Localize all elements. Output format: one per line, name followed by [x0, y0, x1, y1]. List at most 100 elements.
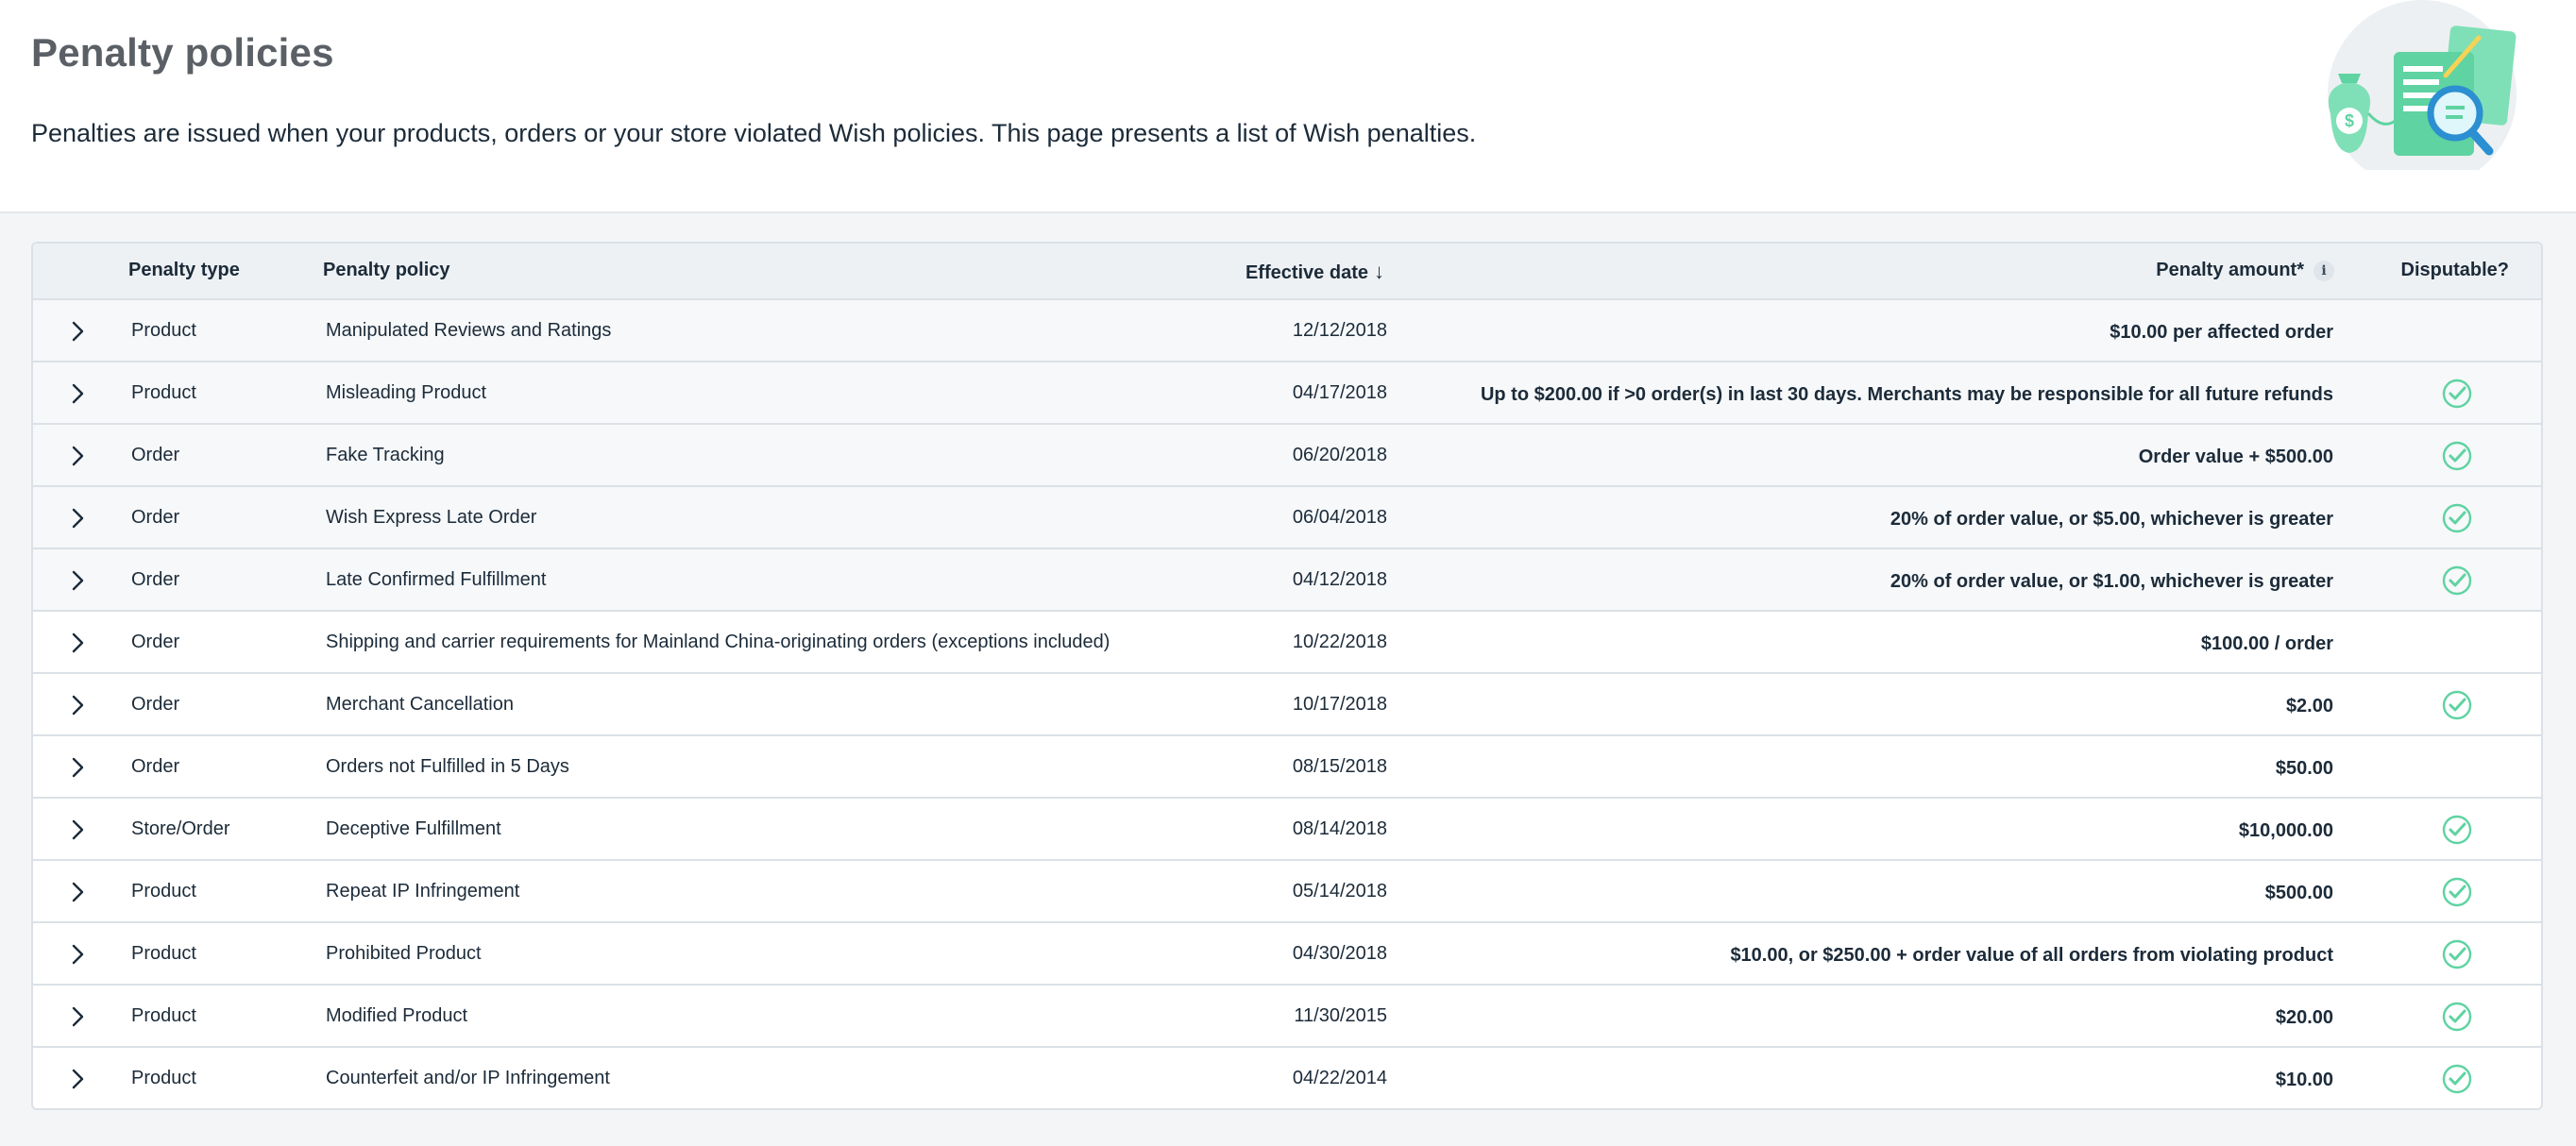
check-circle-icon	[2442, 690, 2472, 720]
effective-date-cell: 11/30/2015	[1294, 1005, 1387, 1026]
penalty-policy-cell: Wish Express Late Order	[326, 507, 537, 528]
chevron-right-icon[interactable]	[66, 632, 89, 654]
table-row[interactable]: Order Orders not Fulfilled in 5 Days 08/15…	[33, 736, 2541, 799]
penalty-policy-cell: Misleading Product	[326, 382, 487, 403]
penalty-amount-cell: 20% of order value, or $1.00, whichever …	[1890, 571, 2333, 592]
penalty-type-cell: Product	[131, 943, 196, 964]
arrow-down-icon: ↓	[1374, 260, 1384, 283]
check-circle-icon	[2442, 441, 2472, 471]
table-row[interactable]: Order Late Confirmed Fulfillment 04/12/201…	[33, 549, 2541, 612]
check-circle-icon	[2442, 503, 2472, 533]
table-row[interactable]: Product Modified Product 11/30/2015 $20.00	[33, 986, 2541, 1048]
check-circle-icon	[2442, 1064, 2472, 1094]
chevron-right-icon[interactable]	[66, 694, 89, 716]
chevron-right-icon[interactable]	[66, 818, 89, 841]
penalty-type-cell: Order	[131, 507, 180, 528]
penalty-policy-cell: Fake Tracking	[326, 445, 445, 465]
penalty-type-cell: Product	[131, 1068, 196, 1088]
table-row[interactable]: Product Counterfeit and/or IP Infringemen…	[33, 1048, 2541, 1108]
effective-date-cell: 05/14/2018	[1292, 881, 1387, 902]
penalty-policy-cell: Late Confirmed Fulfillment	[326, 569, 547, 590]
effective-date-cell: 04/22/2014	[1292, 1068, 1387, 1088]
effective-date-cell: 04/12/2018	[1292, 569, 1387, 590]
penalty-policy-cell: Modified Product	[326, 1005, 468, 1026]
chevron-right-icon[interactable]	[66, 881, 89, 903]
effective-date-cell: 04/30/2018	[1292, 943, 1387, 964]
effective-date-cell: 10/22/2018	[1292, 632, 1387, 652]
penalty-amount-cell: $10.00	[2275, 1070, 2333, 1090]
penalty-type-cell: Order	[131, 445, 180, 465]
effective-date-cell: 08/15/2018	[1292, 756, 1387, 777]
chevron-right-icon[interactable]	[66, 445, 89, 467]
penalty-type-cell: Product	[131, 1005, 196, 1026]
column-header-effective-date[interactable]: Effective date ↓	[1246, 260, 1384, 284]
effective-date-cell: 08/14/2018	[1292, 818, 1387, 839]
check-circle-icon	[2442, 565, 2472, 596]
check-circle-icon	[2442, 939, 2472, 969]
page-header: Penalty policies Penalties are issued wh…	[0, 0, 2576, 213]
penalty-policy-cell: Counterfeit and/or IP Infringement	[326, 1068, 610, 1088]
chevron-right-icon[interactable]	[66, 569, 89, 592]
effective-date-cell: 04/17/2018	[1292, 382, 1387, 403]
penalty-type-cell: Product	[131, 320, 196, 341]
penalty-type-cell: Order	[131, 694, 180, 715]
effective-date-cell: 06/04/2018	[1292, 507, 1387, 528]
table-header: Penalty type Penalty policy Effective da…	[33, 244, 2541, 300]
chevron-right-icon[interactable]	[66, 943, 89, 966]
chevron-right-icon[interactable]	[66, 382, 89, 405]
check-circle-icon	[2442, 815, 2472, 845]
penalty-type-cell: Order	[131, 569, 180, 590]
effective-date-cell: 12/12/2018	[1292, 320, 1387, 341]
table-row[interactable]: Product Misleading Product 04/17/2018 Up to…	[33, 362, 2541, 425]
info-icon[interactable]: i	[2313, 261, 2334, 281]
chevron-right-icon[interactable]	[66, 1068, 89, 1090]
penalty-amount-cell: $2.00	[2285, 696, 2333, 716]
penalty-amount-cell: $20.00	[2275, 1007, 2333, 1028]
table-row[interactable]: Order Merchant Cancellation 10/17/2018 $2.0…	[33, 674, 2541, 736]
penalty-amount-cell: $100.00 / order	[2200, 633, 2333, 654]
penalty-amount-cell: $10.00, or $250.00 + order value of all …	[1730, 945, 2333, 966]
penalty-amount-cell: $10.00 per affected order	[2110, 322, 2333, 343]
penalty-type-cell: Product	[131, 382, 196, 403]
page-title: Penalty policies	[31, 30, 334, 75]
table-row[interactable]: Order Shipping and carrier requirements f…	[33, 612, 2541, 674]
table-row[interactable]: Order Wish Express Late Order 06/04/2018 20…	[33, 487, 2541, 549]
penalty-amount-label: Penalty amount*	[2156, 260, 2304, 280]
penalty-policy-cell: Repeat IP Infringement	[326, 881, 520, 902]
penalty-policy-cell: Manipulated Reviews and Ratings	[326, 320, 612, 341]
table-row[interactable]: Order Fake Tracking 06/20/2018 Order value …	[33, 425, 2541, 487]
penalty-type-cell: Order	[131, 632, 180, 652]
check-circle-icon	[2442, 379, 2472, 409]
penalty-policy-cell: Prohibited Product	[326, 943, 482, 964]
effective-date-label: Effective date	[1245, 262, 1368, 283]
chevron-right-icon[interactable]	[66, 1005, 89, 1028]
chevron-right-icon[interactable]	[66, 756, 89, 779]
effective-date-cell: 06/20/2018	[1292, 445, 1387, 465]
column-header-penalty-policy: Penalty policy	[323, 260, 450, 280]
penalty-amount-cell: Order value + $500.00	[2138, 447, 2333, 467]
penalty-amount-cell: 20% of order value, or $5.00, whichever …	[1890, 509, 2333, 530]
penalty-amount-cell: $50.00	[2275, 758, 2333, 779]
penalty-amount-cell: $500.00	[2264, 883, 2333, 903]
penalty-policy-cell: Deceptive Fulfillment	[326, 818, 501, 839]
column-header-penalty-amount: Penalty amount* i	[2156, 260, 2334, 281]
table-row[interactable]: Product Prohibited Product 04/30/2018 $10.0…	[33, 923, 2541, 986]
table-row[interactable]: Store/Order Deceptive Fulfillment 08/14/20…	[33, 799, 2541, 861]
column-header-penalty-type: Penalty type	[128, 260, 240, 280]
check-circle-icon	[2442, 1002, 2472, 1032]
svg-text:$: $	[2345, 111, 2354, 130]
penalty-amount-cell: Up to $200.00 if >0 order(s) in last 30 …	[1480, 384, 2333, 405]
chevron-right-icon[interactable]	[66, 320, 89, 343]
table-row[interactable]: Product Repeat IP Infringement 05/14/2018 $…	[33, 861, 2541, 923]
penalty-policy-cell: Shipping and carrier requirements for Ma…	[326, 632, 1110, 652]
penalty-amount-cell: $10,000.00	[2238, 820, 2333, 841]
check-circle-icon	[2442, 877, 2472, 907]
effective-date-cell: 10/17/2018	[1292, 694, 1387, 715]
page-description: Penalties are issued when your products,…	[31, 119, 1477, 147]
table-row[interactable]: Product Manipulated Reviews and Ratings 12…	[33, 300, 2541, 362]
chevron-right-icon[interactable]	[66, 507, 89, 530]
penalty-illustration: $	[2328, 0, 2517, 170]
penalty-policy-cell: Orders not Fulfilled in 5 Days	[326, 756, 569, 777]
penalty-type-cell: Order	[131, 756, 180, 777]
penalty-policy-cell: Merchant Cancellation	[326, 694, 514, 715]
